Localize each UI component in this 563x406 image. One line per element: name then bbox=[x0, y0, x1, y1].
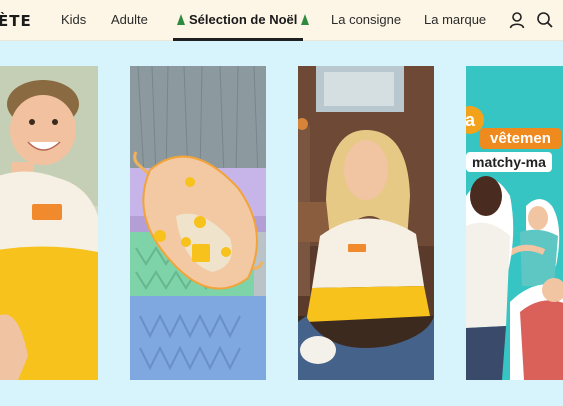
brand-logo[interactable]: ÈTE bbox=[0, 12, 32, 30]
fanny-pack-on-crates-photo bbox=[130, 66, 266, 380]
boy-in-yellow-sweatshirt-photo bbox=[0, 66, 98, 380]
promo-tag-vetements: vêtemen bbox=[480, 128, 561, 149]
top-navigation: ÈTE Kids Adulte Sélection de Noël La con… bbox=[0, 0, 563, 41]
woman-in-yellow-sweatshirt-photo bbox=[298, 66, 434, 380]
carousel-card-1[interactable] bbox=[0, 66, 98, 380]
carousel-card-3[interactable] bbox=[298, 66, 434, 380]
nav-item-kids[interactable]: Kids bbox=[61, 12, 86, 27]
nav-item-adulte[interactable]: Adulte bbox=[111, 12, 148, 27]
nav-item-selection-noel-label: Sélection de Noël bbox=[189, 12, 298, 27]
active-tab-underline bbox=[173, 38, 303, 41]
nav-item-la-marque[interactable]: La marque bbox=[424, 12, 486, 27]
christmas-tree-icon bbox=[177, 14, 185, 25]
user-icon[interactable] bbox=[507, 10, 527, 30]
carousel-card-2[interactable] bbox=[130, 66, 266, 380]
nav-item-la-consigne[interactable]: La consigne bbox=[331, 12, 401, 27]
christmas-tree-icon bbox=[301, 14, 310, 25]
search-icon[interactable] bbox=[535, 10, 555, 30]
carousel-card-4[interactable]: a vêtemen matchy-ma bbox=[466, 66, 563, 380]
nav-item-selection-noel[interactable]: Sélection de Noël bbox=[177, 12, 310, 27]
promo-tag-matchy: matchy-ma bbox=[466, 152, 552, 172]
